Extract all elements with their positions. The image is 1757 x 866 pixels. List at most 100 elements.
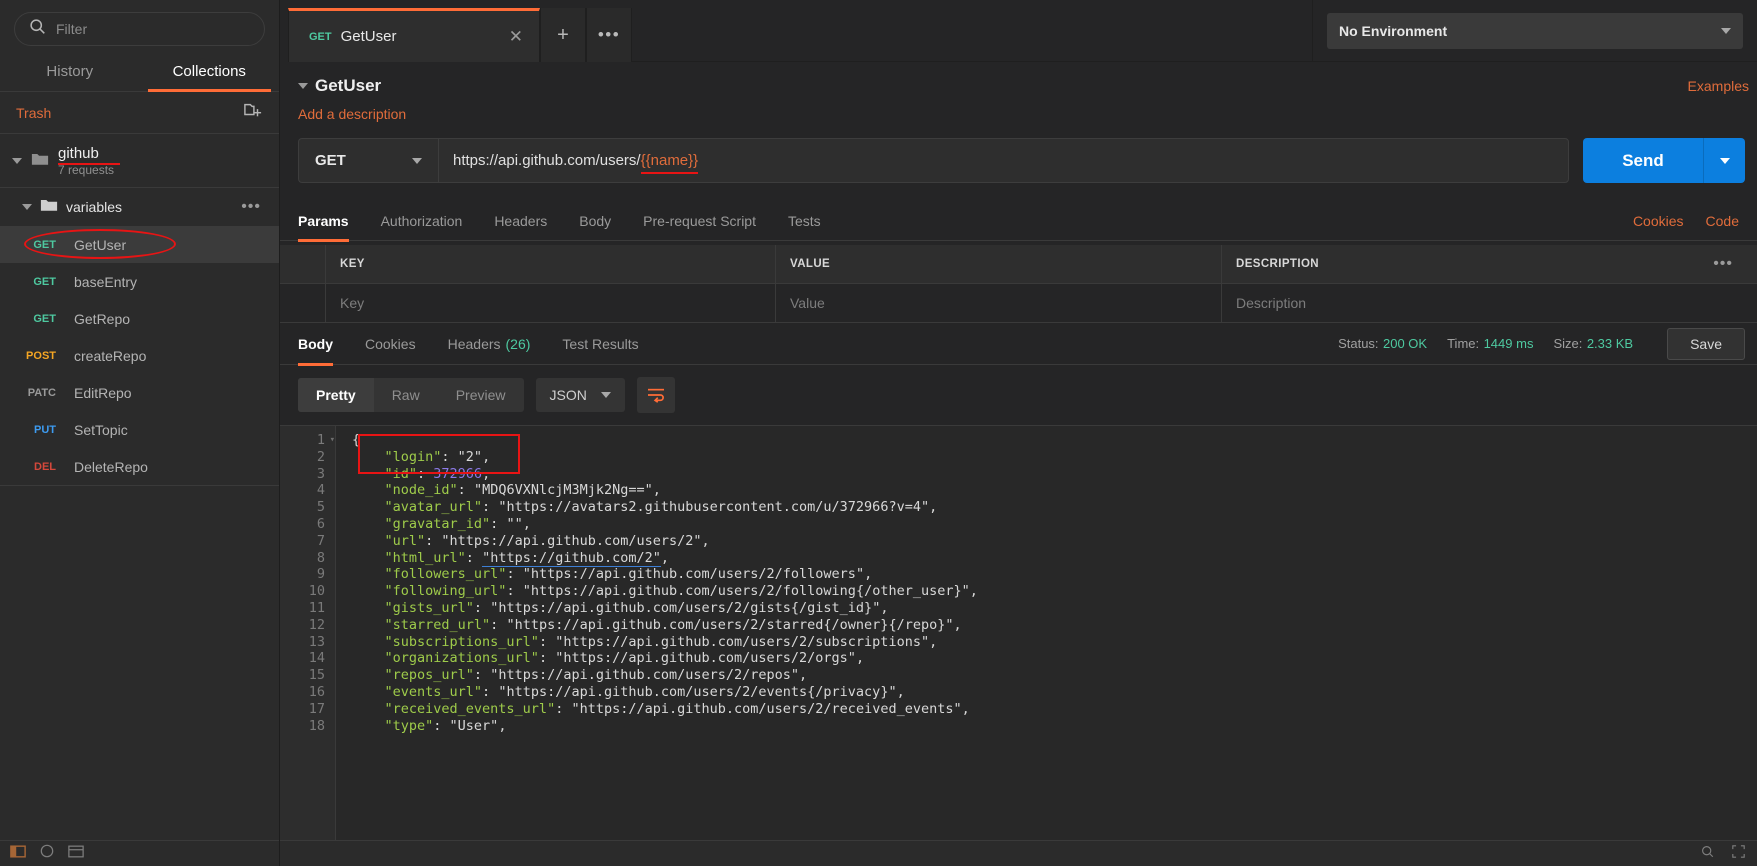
tab-authorization[interactable]: Authorization <box>365 201 479 241</box>
view-mode-preview[interactable]: Preview <box>438 378 524 412</box>
sidebar-tab-history[interactable]: History <box>0 52 140 91</box>
folder-variables[interactable]: variables ••• <box>0 188 279 226</box>
request-tab-getuser[interactable]: GET GetUser ✕ <box>288 8 540 62</box>
sidebar-toggle-icon[interactable] <box>10 844 26 863</box>
code-line-numbers: 1 ▾ 2 3 4 5 6 7 8 9 10 11 12 13 14 15 16 17 18 <box>280 426 336 840</box>
request-item-createrepo[interactable]: POST createRepo <box>0 337 279 374</box>
tab-tests[interactable]: Tests <box>772 201 837 241</box>
request-item-getrepo[interactable]: GET GetRepo <box>0 300 279 337</box>
code-line-number: 4 <box>316 482 325 499</box>
send-options-button[interactable] <box>1703 138 1745 183</box>
code-token: "type" <box>352 717 434 734</box>
tab-body[interactable]: Body <box>563 201 627 241</box>
code-token: "https://api.github.com/users/2/received… <box>571 700 962 717</box>
response-format-value: JSON <box>549 387 587 403</box>
url-input[interactable]: https://api.github.com/users/{{name}} <box>438 138 1569 183</box>
code-token: "https://api.github.com/users/2/followin… <box>522 583 970 600</box>
response-tab-test-results[interactable]: Test Results <box>546 323 654 365</box>
params-row-value-placeholder: Value <box>790 295 825 311</box>
request-item-baseentry[interactable]: GET baseEntry <box>0 263 279 300</box>
fold-caret-icon[interactable]: ▾ <box>330 432 335 449</box>
code-token: : <box>555 700 572 717</box>
environment-container: No Environment <box>1312 0 1757 62</box>
code-line-number: 5 <box>316 499 325 516</box>
save-button[interactable]: Save <box>1667 327 1745 360</box>
environment-selector[interactable]: No Environment <box>1327 12 1743 49</box>
new-collection-icon[interactable] <box>243 101 263 124</box>
response-body-toolbar: Pretty Raw Preview JSON <box>280 365 1757 425</box>
fullscreen-icon[interactable] <box>1732 844 1745 863</box>
console-icon[interactable] <box>68 845 84 863</box>
code-token: : <box>441 448 458 465</box>
add-description-link[interactable]: Add a description <box>280 96 1757 122</box>
close-icon[interactable]: ✕ <box>509 27 523 47</box>
tab-pre-request-script[interactable]: Pre-request Script <box>627 201 772 241</box>
request-item-getuser[interactable]: GET GetUser <box>0 226 279 263</box>
collection-github[interactable]: github 7 requests <box>0 134 279 188</box>
request-method: PUT <box>34 423 56 436</box>
code-line: "repos_url": "https://api.github.com/use… <box>352 667 1757 684</box>
bulk-edit-icon[interactable]: ••• <box>1713 255 1743 273</box>
request-item-editrepo[interactable]: PATC EditRepo <box>0 374 279 411</box>
filter-container <box>0 0 279 52</box>
params-row-key-input[interactable]: Key <box>326 284 776 322</box>
code-line: "gravatar_id": "", <box>352 516 1757 533</box>
code-line-number: 11 <box>308 599 325 616</box>
code-link[interactable]: Code <box>1706 213 1739 229</box>
response-tab-body[interactable]: Body <box>298 323 349 366</box>
code-token: , <box>961 700 970 717</box>
size-group: Size: 2.33 KB <box>1553 335 1633 353</box>
view-mode-raw[interactable]: Raw <box>374 378 438 412</box>
code-line: "followers_url": "https://api.github.com… <box>352 566 1757 583</box>
view-mode-pretty[interactable]: Pretty <box>298 378 374 412</box>
params-row-description-input[interactable]: Description <box>1222 284 1757 322</box>
filter-box[interactable] <box>14 12 265 46</box>
code-line: "url": "https://api.github.com/users/2", <box>352 533 1757 550</box>
response-tab-cookies[interactable]: Cookies <box>349 323 432 365</box>
code-token: , <box>929 499 938 516</box>
trash-link[interactable]: Trash <box>16 105 51 121</box>
new-tab-button[interactable]: + <box>540 8 586 62</box>
request-item-deleterepo[interactable]: DEL DeleteRepo <box>0 448 279 485</box>
help-icon[interactable] <box>40 844 54 863</box>
tab-headers[interactable]: Headers <box>478 201 563 241</box>
sidebar-tab-collections[interactable]: Collections <box>140 52 280 92</box>
code-token: "https://api.github.com/users/2/orgs" <box>555 650 856 667</box>
tab-params-label: Params <box>298 212 349 229</box>
chevron-down-icon[interactable] <box>298 83 308 89</box>
request-tab-strip: GET GetUser ✕ + ••• <box>280 0 1312 62</box>
folder-menu-icon[interactable]: ••• <box>241 198 267 216</box>
response-format-selector[interactable]: JSON <box>535 378 625 412</box>
request-name: GetUser <box>74 236 127 253</box>
code-token: { <box>352 432 361 448</box>
search-icon[interactable] <box>1701 845 1714 863</box>
cookies-link[interactable]: Cookies <box>1633 213 1684 229</box>
chevron-down-icon <box>1721 27 1731 34</box>
code-token: : <box>490 616 507 633</box>
collection-name: github <box>58 144 99 162</box>
response-body-code[interactable]: 1 ▾ 2 3 4 5 6 7 8 9 10 11 12 13 14 15 16 17 18 { "login": … <box>280 425 1757 840</box>
sidebar-empty-space <box>0 485 279 840</box>
response-headers-count: (26) <box>505 335 531 352</box>
chevron-down-icon[interactable] <box>22 204 32 210</box>
code-token: "" <box>506 515 523 532</box>
params-row-key-placeholder: Key <box>340 295 365 311</box>
wrap-lines-icon[interactable] <box>636 377 675 413</box>
code-link[interactable]: "https://github.com/2" <box>482 549 661 567</box>
response-tab-body-label: Body <box>298 335 333 352</box>
send-button[interactable]: Send <box>1583 138 1703 183</box>
chevron-down-icon[interactable] <box>12 157 22 164</box>
tab-params[interactable]: Params <box>298 201 365 242</box>
request-method: GET <box>33 312 56 325</box>
http-method-selector[interactable]: GET <box>298 138 438 183</box>
search-input[interactable] <box>56 21 250 37</box>
code-token: : <box>538 633 556 650</box>
code-token: : <box>417 465 434 482</box>
request-name: DeleteRepo <box>74 458 148 475</box>
params-row-checkbox[interactable] <box>280 284 326 322</box>
tab-menu-button[interactable]: ••• <box>586 8 632 62</box>
request-item-settopic[interactable]: PUT SetTopic <box>0 411 279 448</box>
response-tab-headers[interactable]: Headers (26) <box>432 323 547 365</box>
examples-link[interactable]: Examples <box>1688 78 1749 94</box>
params-row-value-input[interactable]: Value <box>776 284 1222 322</box>
